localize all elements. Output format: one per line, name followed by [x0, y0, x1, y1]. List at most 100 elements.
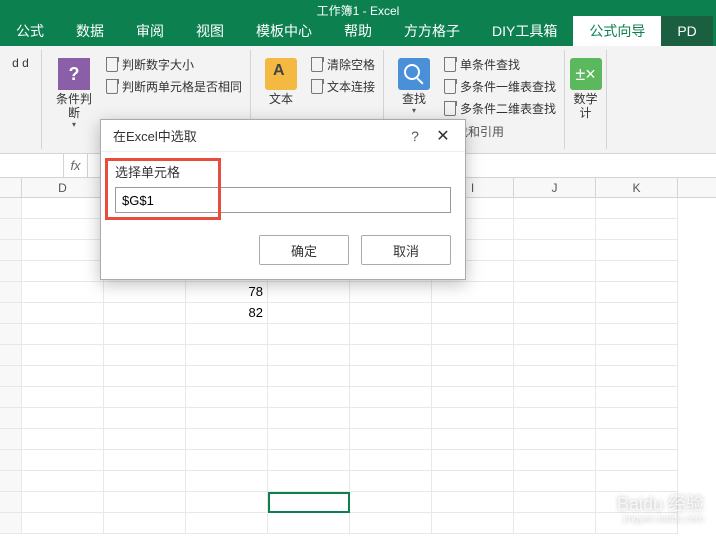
cell[interactable]	[22, 282, 104, 303]
cell[interactable]	[104, 324, 186, 345]
cell[interactable]	[268, 408, 350, 429]
cell[interactable]	[514, 261, 596, 282]
tab-shuju[interactable]: 数据	[60, 16, 120, 46]
cell[interactable]	[22, 408, 104, 429]
cell[interactable]	[432, 366, 514, 387]
cell[interactable]	[104, 429, 186, 450]
tab-xiangdao[interactable]: 公式向导	[573, 16, 661, 46]
cell[interactable]	[432, 345, 514, 366]
cell[interactable]	[186, 492, 268, 513]
table-row[interactable]: 82	[0, 303, 716, 324]
cell[interactable]	[596, 366, 678, 387]
tab-bangzhu[interactable]: 帮助	[328, 16, 388, 46]
cell[interactable]	[22, 198, 104, 219]
cell[interactable]	[596, 303, 678, 324]
cell[interactable]	[514, 450, 596, 471]
cell[interactable]	[596, 492, 678, 513]
cell[interactable]	[186, 513, 268, 534]
cell[interactable]	[596, 345, 678, 366]
cell[interactable]	[432, 387, 514, 408]
tab-shitu[interactable]: 视图	[180, 16, 240, 46]
cell[interactable]	[596, 513, 678, 534]
cell[interactable]	[104, 471, 186, 492]
cell[interactable]	[22, 345, 104, 366]
table-row[interactable]	[0, 324, 716, 345]
cell[interactable]	[432, 282, 514, 303]
cell[interactable]	[22, 219, 104, 240]
cell[interactable]	[268, 303, 350, 324]
cell[interactable]	[596, 387, 678, 408]
cell[interactable]	[514, 408, 596, 429]
cell[interactable]: 82	[186, 303, 268, 324]
cell[interactable]	[514, 366, 596, 387]
cell[interactable]	[514, 282, 596, 303]
table-row[interactable]	[0, 408, 716, 429]
col-header-K[interactable]: K	[596, 178, 678, 197]
cell[interactable]	[186, 450, 268, 471]
cell[interactable]	[22, 261, 104, 282]
cell[interactable]	[104, 282, 186, 303]
cell[interactable]	[268, 387, 350, 408]
tab-pd[interactable]: PD	[661, 16, 712, 46]
cell[interactable]	[104, 513, 186, 534]
cell[interactable]	[104, 366, 186, 387]
cell[interactable]	[350, 429, 432, 450]
cell[interactable]	[514, 345, 596, 366]
cell[interactable]	[596, 408, 678, 429]
table-row[interactable]	[0, 513, 716, 534]
tab-diy[interactable]: DIY工具箱	[476, 16, 573, 46]
ok-button[interactable]: 确定	[259, 235, 349, 265]
cell[interactable]	[268, 450, 350, 471]
cell[interactable]	[350, 303, 432, 324]
cell[interactable]	[22, 240, 104, 261]
panduan-shuzi-item[interactable]: 判断数字大小	[106, 54, 242, 75]
fx-label[interactable]: fx	[64, 154, 88, 177]
cell[interactable]	[104, 345, 186, 366]
cell[interactable]	[514, 429, 596, 450]
cell[interactable]	[432, 408, 514, 429]
table-row[interactable]: 78	[0, 282, 716, 303]
col-header-J[interactable]: J	[514, 178, 596, 197]
table-row[interactable]	[0, 387, 716, 408]
cell[interactable]	[596, 261, 678, 282]
cell[interactable]	[350, 513, 432, 534]
dialog-help-button[interactable]: ?	[401, 128, 429, 144]
shuxue-button[interactable]: ±× 数学 计	[564, 54, 608, 124]
table-row[interactable]	[0, 345, 716, 366]
cell[interactable]	[22, 303, 104, 324]
dialog-close-button[interactable]: ✕	[429, 126, 457, 146]
table-row[interactable]	[0, 429, 716, 450]
cell[interactable]	[186, 471, 268, 492]
cell[interactable]	[432, 492, 514, 513]
table-row[interactable]	[0, 366, 716, 387]
cell[interactable]	[22, 471, 104, 492]
qingchu-kongge-item[interactable]: 清除空格	[311, 54, 375, 75]
cell[interactable]	[186, 429, 268, 450]
cell[interactable]	[432, 471, 514, 492]
tab-gongshi[interactable]: 公式	[0, 16, 60, 46]
cell[interactable]	[104, 450, 186, 471]
cell[interactable]	[350, 471, 432, 492]
cell[interactable]	[22, 429, 104, 450]
cell[interactable]	[350, 387, 432, 408]
table-row[interactable]	[0, 471, 716, 492]
cell[interactable]	[268, 429, 350, 450]
cancel-button[interactable]: 取消	[361, 235, 451, 265]
tab-fangfang[interactable]: 方方格子	[388, 16, 476, 46]
cell[interactable]	[596, 429, 678, 450]
cell[interactable]	[104, 492, 186, 513]
cell[interactable]	[432, 303, 514, 324]
cell[interactable]	[432, 513, 514, 534]
cell[interactable]	[514, 240, 596, 261]
cell[interactable]	[596, 282, 678, 303]
cell[interactable]	[350, 345, 432, 366]
table-row[interactable]	[0, 492, 716, 513]
cell[interactable]	[22, 492, 104, 513]
panduan-liangge-item[interactable]: 判断两单元格是否相同	[106, 76, 242, 97]
cell[interactable]	[22, 324, 104, 345]
cell[interactable]	[104, 387, 186, 408]
tab-shenyu[interactable]: 审阅	[120, 16, 180, 46]
dialog-titlebar[interactable]: 在Excel中选取 ? ✕	[101, 120, 465, 152]
cell[interactable]	[596, 240, 678, 261]
cell[interactable]	[514, 387, 596, 408]
